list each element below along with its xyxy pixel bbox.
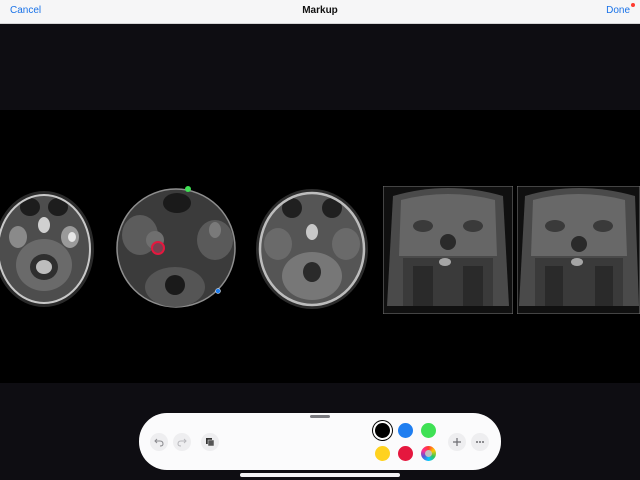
axial-t2-scan xyxy=(0,191,94,307)
axial-magnified-scan xyxy=(116,186,236,308)
more-icon[interactable] xyxy=(471,433,489,451)
axial-t1-scan xyxy=(256,189,368,309)
color-yellow-swatch[interactable] xyxy=(375,446,390,461)
navigation-bar: Cancel Markup Done xyxy=(0,0,640,24)
color-black-swatch[interactable] xyxy=(375,423,390,438)
markup-toolbar xyxy=(139,413,501,470)
done-button[interactable]: Done xyxy=(606,5,630,16)
layers-icon[interactable] xyxy=(201,433,219,451)
coronal-scan-2 xyxy=(517,186,640,314)
recording-indicator xyxy=(631,3,635,7)
color-green-swatch[interactable] xyxy=(421,423,436,438)
color-picker-icon[interactable] xyxy=(421,446,436,461)
undo-icon[interactable] xyxy=(150,433,168,451)
color-red-swatch[interactable] xyxy=(398,446,413,461)
color-blue-swatch[interactable] xyxy=(398,423,413,438)
page-title: Markup xyxy=(302,5,338,16)
plus-icon[interactable] xyxy=(448,433,466,451)
redo-icon[interactable] xyxy=(173,433,191,451)
coronal-scan-1 xyxy=(383,186,513,314)
home-indicator[interactable] xyxy=(240,473,400,477)
mri-image[interactable] xyxy=(0,110,640,383)
toolbar-grabber[interactable] xyxy=(310,415,330,418)
